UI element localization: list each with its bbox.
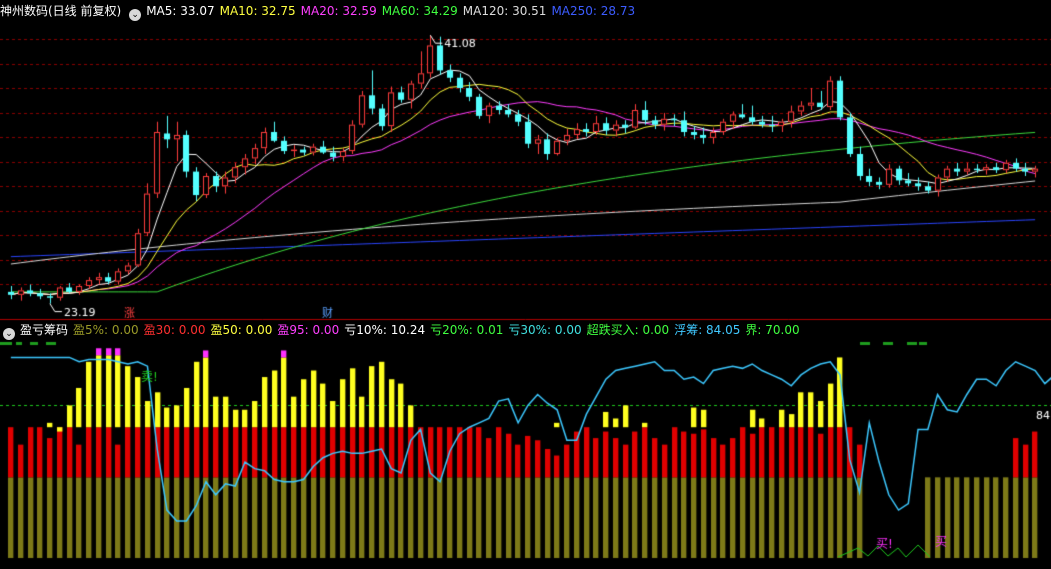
- ma-label: MA60: 34.29: [381, 4, 458, 18]
- ma-label: MA10: 32.75: [219, 4, 296, 18]
- indicator-label: 界: 70.00: [745, 323, 800, 337]
- chevron-down-icon[interactable]: ⌄: [129, 9, 142, 21]
- indicator-title: 盈亏筹码: [20, 323, 69, 337]
- kline-chart-canvas[interactable]: [0, 0, 1051, 569]
- indicator-label: 盈30: 0.00: [143, 323, 206, 337]
- indicator-label: 亏30%: 0.00: [508, 323, 582, 337]
- ma-label: MA250: 28.73: [551, 4, 636, 18]
- ma-label: MA20: 32.59: [300, 4, 377, 18]
- indicator-label: 盈5%: 0.00: [73, 323, 139, 337]
- indicator-label: 盈95: 0.00: [277, 323, 340, 337]
- ma-legend: MA5: 33.07 MA10: 32.75 MA20: 32.59 MA60: 34…: [146, 4, 640, 18]
- indicator-label: 亏10%: 10.24: [344, 323, 426, 337]
- ma-label: MA5: 33.07: [146, 4, 215, 18]
- indicator-label: 浮筹: 84.05: [674, 323, 741, 337]
- stock-title: 神州数码(日线 前复权): [0, 4, 122, 18]
- indicator-label: 盈50: 0.00: [210, 323, 273, 337]
- lower-panel-header: ⌄ 盈亏筹码 盈5%: 0.00 盈30: 0.00 盈50: 0.00 盈95: 0.0…: [0, 321, 1051, 340]
- indicator-label: 亏20%: 0.01: [430, 323, 504, 337]
- indicator-label: 超跌买入: 0.00: [586, 323, 670, 337]
- ma-label: MA120: 30.51: [462, 4, 547, 18]
- indicator-legend: 盈5%: 0.00 盈30: 0.00 盈50: 0.00 盈95: 0.00 亏10%…: [73, 323, 805, 337]
- chevron-down-icon[interactable]: ⌄: [3, 328, 15, 340]
- upper-panel-header: 神州数码(日线 前复权) ⌄ MA5: 33.07 MA10: 32.75 MA20: …: [0, 2, 1051, 21]
